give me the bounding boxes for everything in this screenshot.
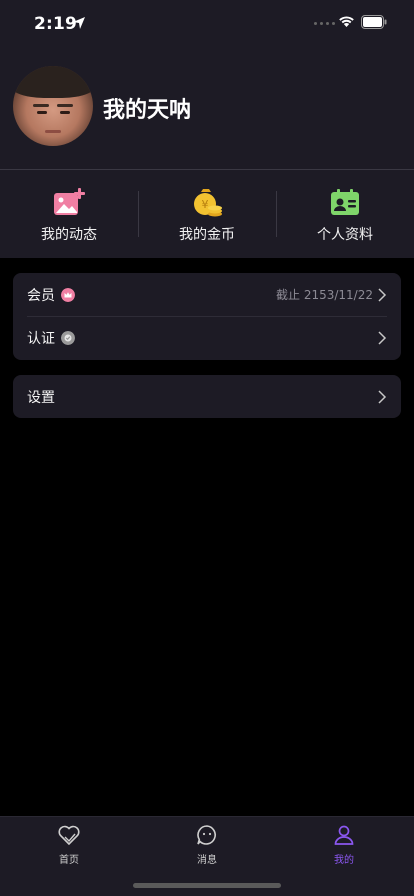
my-coins-label: 我的金币 <box>179 227 235 243</box>
settings-row[interactable]: 设置 <box>13 375 401 418</box>
certification-row[interactable]: 认证 <box>13 316 401 359</box>
tab-messages-label: 消息 <box>197 855 217 866</box>
vip-expiry: 截止 2153/11/22 <box>276 288 373 302</box>
vip-label: 会员 <box>27 287 55 304</box>
wifi-icon <box>339 16 354 27</box>
certification-label: 认证 <box>27 330 55 347</box>
certification-right <box>377 316 387 359</box>
divider <box>138 191 139 237</box>
tab-me-label: 我的 <box>334 855 354 866</box>
chat-icon <box>197 825 216 845</box>
my-coins-button[interactable]: ¥ 我的金币 <box>138 170 276 258</box>
verified-badge-icon <box>61 330 75 345</box>
chevron-right-icon <box>378 330 387 345</box>
my-posts-button[interactable]: 我的动态 <box>0 170 138 258</box>
tab-home-label: 首页 <box>59 855 79 866</box>
cellular-signal-icon <box>314 22 335 25</box>
vip-crown-icon <box>61 287 75 302</box>
status-bar: 2:19 <box>0 0 414 48</box>
status-time: 2:19 <box>34 14 78 34</box>
settings-label: 设置 <box>27 389 55 406</box>
tab-me[interactable]: 我的 <box>304 823 384 866</box>
svg-text:¥: ¥ <box>202 198 209 211</box>
user-icon <box>334 825 354 845</box>
profile-header: 我的天呐 <box>0 48 414 169</box>
battery-icon <box>361 15 387 29</box>
vip-row[interactable]: 会员 截止 2153/11/22 <box>13 273 401 317</box>
vip-right: 截止 2153/11/22 <box>276 273 387 316</box>
username: 我的天呐 <box>103 98 192 123</box>
chevron-right-icon <box>378 389 387 404</box>
profile-screen: 2:19 我的天呐 我的动态 ¥ 我的金币 个人资料 会员 截止 2153/11… <box>0 0 414 896</box>
settings-card: 设置 <box>13 375 401 418</box>
divider <box>276 191 277 237</box>
profile-info-button[interactable]: 个人资料 <box>276 170 414 258</box>
profile-info-label: 个人资料 <box>317 227 373 243</box>
money-bag-icon: ¥ <box>194 189 222 217</box>
settings-right <box>377 375 387 418</box>
image-add-icon <box>54 188 85 215</box>
tab-home[interactable]: 首页 <box>29 823 109 866</box>
quick-actions: 我的动态 ¥ 我的金币 个人资料 <box>0 170 414 258</box>
location-arrow-icon <box>73 17 85 29</box>
avatar[interactable] <box>13 66 93 146</box>
chevron-right-icon <box>378 287 387 302</box>
membership-card: 会员 截止 2153/11/22 认证 <box>13 273 401 360</box>
home-indicator <box>133 883 281 888</box>
my-posts-label: 我的动态 <box>41 227 97 243</box>
heart-icon <box>58 825 80 846</box>
id-card-icon <box>331 189 359 215</box>
tab-messages[interactable]: 消息 <box>167 823 247 866</box>
